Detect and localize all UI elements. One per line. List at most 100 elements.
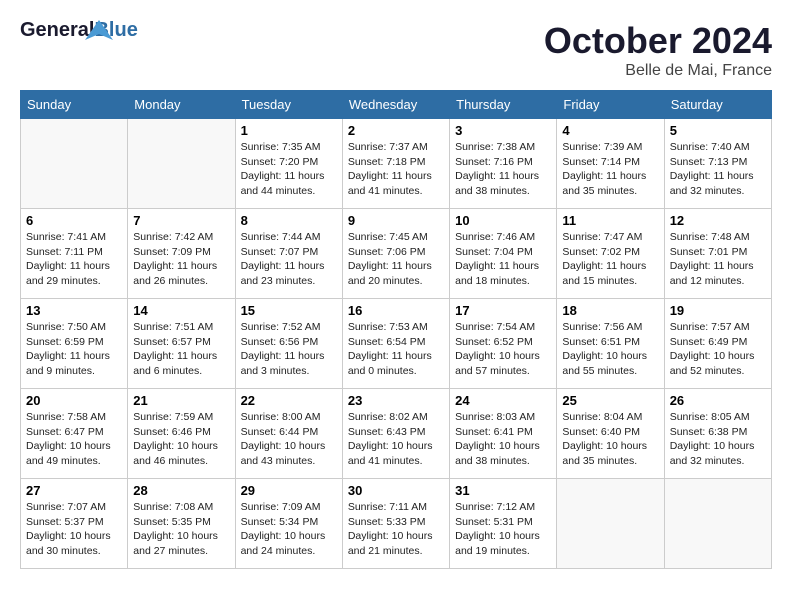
day-info: Sunrise: 7:38 AM Sunset: 7:16 PM Dayligh… — [455, 140, 551, 199]
calendar-cell: 2 Sunrise: 7:37 AM Sunset: 7:18 PM Daylig… — [342, 119, 449, 209]
day-number: 21 — [133, 393, 229, 408]
col-header-tuesday: Tuesday — [235, 91, 342, 119]
calendar-cell: 6 Sunrise: 7:41 AM Sunset: 7:11 PM Daylig… — [21, 209, 128, 299]
day-info: Sunrise: 8:04 AM Sunset: 6:40 PM Dayligh… — [562, 410, 658, 469]
calendar-cell: 3 Sunrise: 7:38 AM Sunset: 7:16 PM Daylig… — [450, 119, 557, 209]
calendar-cell: 12 Sunrise: 7:48 AM Sunset: 7:01 PM Dayli… — [664, 209, 771, 299]
calendar-cell: 7 Sunrise: 7:42 AM Sunset: 7:09 PM Daylig… — [128, 209, 235, 299]
calendar-cell: 31Sunrise: 7:12 AM Sunset: 5:31 PM Dayli… — [450, 479, 557, 569]
day-number: 14 — [133, 303, 229, 318]
day-number: 4 — [562, 123, 658, 138]
day-number: 25 — [562, 393, 658, 408]
day-info: Sunrise: 8:02 AM Sunset: 6:43 PM Dayligh… — [348, 410, 444, 469]
day-info: Sunrise: 7:39 AM Sunset: 7:14 PM Dayligh… — [562, 140, 658, 199]
day-number: 11 — [562, 213, 658, 228]
calendar-week-row: 1Sunrise: 7:35 AM Sunset: 7:20 PM Daylig… — [21, 119, 772, 209]
day-number: 20 — [26, 393, 122, 408]
month-title: October 2024 — [544, 20, 772, 62]
calendar-cell: 9 Sunrise: 7:45 AM Sunset: 7:06 PM Daylig… — [342, 209, 449, 299]
day-number: 16 — [348, 303, 444, 318]
logo-bird-icon — [85, 20, 115, 42]
day-number: 29 — [241, 483, 337, 498]
day-info: Sunrise: 7:07 AM Sunset: 5:37 PM Dayligh… — [26, 500, 122, 559]
day-info: Sunrise: 7:48 AM Sunset: 7:01 PM Dayligh… — [670, 230, 766, 289]
col-header-thursday: Thursday — [450, 91, 557, 119]
calendar-cell: 23 Sunrise: 8:02 AM Sunset: 6:43 PM Dayli… — [342, 389, 449, 479]
calendar-week-row: 13Sunrise: 7:50 AM Sunset: 6:59 PM Dayli… — [21, 299, 772, 389]
calendar-cell — [664, 479, 771, 569]
calendar-cell: 25 Sunrise: 8:04 AM Sunset: 6:40 PM Dayli… — [557, 389, 664, 479]
calendar-cell: 1Sunrise: 7:35 AM Sunset: 7:20 PM Daylig… — [235, 119, 342, 209]
calendar-week-row: 27 Sunrise: 7:07 AM Sunset: 5:37 PM Dayli… — [21, 479, 772, 569]
day-number: 2 — [348, 123, 444, 138]
calendar-cell: 24Sunrise: 8:03 AM Sunset: 6:41 PM Dayli… — [450, 389, 557, 479]
day-info: Sunrise: 7:42 AM Sunset: 7:09 PM Dayligh… — [133, 230, 229, 289]
calendar-table: SundayMondayTuesdayWednesdayThursdayFrid… — [20, 90, 772, 569]
day-info: Sunrise: 7:56 AM Sunset: 6:51 PM Dayligh… — [562, 320, 658, 379]
calendar-cell: 20 Sunrise: 7:58 AM Sunset: 6:47 PM Dayli… — [21, 389, 128, 479]
day-info: Sunrise: 7:44 AM Sunset: 7:07 PM Dayligh… — [241, 230, 337, 289]
col-header-wednesday: Wednesday — [342, 91, 449, 119]
calendar-cell: 22 Sunrise: 8:00 AM Sunset: 6:44 PM Dayli… — [235, 389, 342, 479]
day-number: 1 — [241, 123, 337, 138]
calendar-cell: 19Sunrise: 7:57 AM Sunset: 6:49 PM Dayli… — [664, 299, 771, 389]
calendar-cell — [21, 119, 128, 209]
calendar-cell: 5Sunrise: 7:40 AM Sunset: 7:13 PM Daylig… — [664, 119, 771, 209]
day-info: Sunrise: 7:37 AM Sunset: 7:18 PM Dayligh… — [348, 140, 444, 199]
day-info: Sunrise: 7:41 AM Sunset: 7:11 PM Dayligh… — [26, 230, 122, 289]
calendar-cell: 10Sunrise: 7:46 AM Sunset: 7:04 PM Dayli… — [450, 209, 557, 299]
page-header: General Blue October 2024 Belle de Mai, … — [20, 20, 772, 80]
day-number: 10 — [455, 213, 551, 228]
day-number: 6 — [26, 213, 122, 228]
title-block: October 2024 Belle de Mai, France — [544, 20, 772, 80]
day-info: Sunrise: 7:47 AM Sunset: 7:02 PM Dayligh… — [562, 230, 658, 289]
location-text: Belle de Mai, France — [544, 62, 772, 80]
day-info: Sunrise: 7:09 AM Sunset: 5:34 PM Dayligh… — [241, 500, 337, 559]
day-number: 28 — [133, 483, 229, 498]
day-info: Sunrise: 8:03 AM Sunset: 6:41 PM Dayligh… — [455, 410, 551, 469]
calendar-cell: 15Sunrise: 7:52 AM Sunset: 6:56 PM Dayli… — [235, 299, 342, 389]
day-info: Sunrise: 7:54 AM Sunset: 6:52 PM Dayligh… — [455, 320, 551, 379]
day-number: 22 — [241, 393, 337, 408]
logo: General Blue — [20, 20, 110, 75]
logo-general-text: General — [20, 20, 94, 40]
calendar-cell: 4 Sunrise: 7:39 AM Sunset: 7:14 PM Daylig… — [557, 119, 664, 209]
calendar-cell: 29 Sunrise: 7:09 AM Sunset: 5:34 PM Dayli… — [235, 479, 342, 569]
col-header-saturday: Saturday — [664, 91, 771, 119]
day-number: 23 — [348, 393, 444, 408]
calendar-header-row: SundayMondayTuesdayWednesdayThursdayFrid… — [21, 91, 772, 119]
day-info: Sunrise: 8:00 AM Sunset: 6:44 PM Dayligh… — [241, 410, 337, 469]
calendar-cell: 30Sunrise: 7:11 AM Sunset: 5:33 PM Dayli… — [342, 479, 449, 569]
calendar-cell: 13Sunrise: 7:50 AM Sunset: 6:59 PM Dayli… — [21, 299, 128, 389]
day-info: Sunrise: 7:53 AM Sunset: 6:54 PM Dayligh… — [348, 320, 444, 379]
col-header-monday: Monday — [128, 91, 235, 119]
day-number: 17 — [455, 303, 551, 318]
day-info: Sunrise: 7:45 AM Sunset: 7:06 PM Dayligh… — [348, 230, 444, 289]
day-info: Sunrise: 8:05 AM Sunset: 6:38 PM Dayligh… — [670, 410, 766, 469]
calendar-cell: 18 Sunrise: 7:56 AM Sunset: 6:51 PM Dayli… — [557, 299, 664, 389]
day-info: Sunrise: 7:50 AM Sunset: 6:59 PM Dayligh… — [26, 320, 122, 379]
day-number: 19 — [670, 303, 766, 318]
day-info: Sunrise: 7:52 AM Sunset: 6:56 PM Dayligh… — [241, 320, 337, 379]
calendar-cell — [557, 479, 664, 569]
calendar-week-row: 20 Sunrise: 7:58 AM Sunset: 6:47 PM Dayli… — [21, 389, 772, 479]
day-number: 5 — [670, 123, 766, 138]
col-header-sunday: Sunday — [21, 91, 128, 119]
calendar-cell: 28 Sunrise: 7:08 AM Sunset: 5:35 PM Dayli… — [128, 479, 235, 569]
calendar-cell: 26Sunrise: 8:05 AM Sunset: 6:38 PM Dayli… — [664, 389, 771, 479]
day-number: 9 — [348, 213, 444, 228]
day-number: 3 — [455, 123, 551, 138]
day-number: 18 — [562, 303, 658, 318]
day-number: 12 — [670, 213, 766, 228]
day-info: Sunrise: 7:58 AM Sunset: 6:47 PM Dayligh… — [26, 410, 122, 469]
calendar-cell: 16 Sunrise: 7:53 AM Sunset: 6:54 PM Dayli… — [342, 299, 449, 389]
calendar-cell: 27 Sunrise: 7:07 AM Sunset: 5:37 PM Dayli… — [21, 479, 128, 569]
day-number: 31 — [455, 483, 551, 498]
calendar-cell: 8Sunrise: 7:44 AM Sunset: 7:07 PM Daylig… — [235, 209, 342, 299]
day-info: Sunrise: 7:59 AM Sunset: 6:46 PM Dayligh… — [133, 410, 229, 469]
day-info: Sunrise: 7:08 AM Sunset: 5:35 PM Dayligh… — [133, 500, 229, 559]
calendar-week-row: 6 Sunrise: 7:41 AM Sunset: 7:11 PM Daylig… — [21, 209, 772, 299]
day-number: 7 — [133, 213, 229, 228]
day-number: 30 — [348, 483, 444, 498]
day-number: 27 — [26, 483, 122, 498]
